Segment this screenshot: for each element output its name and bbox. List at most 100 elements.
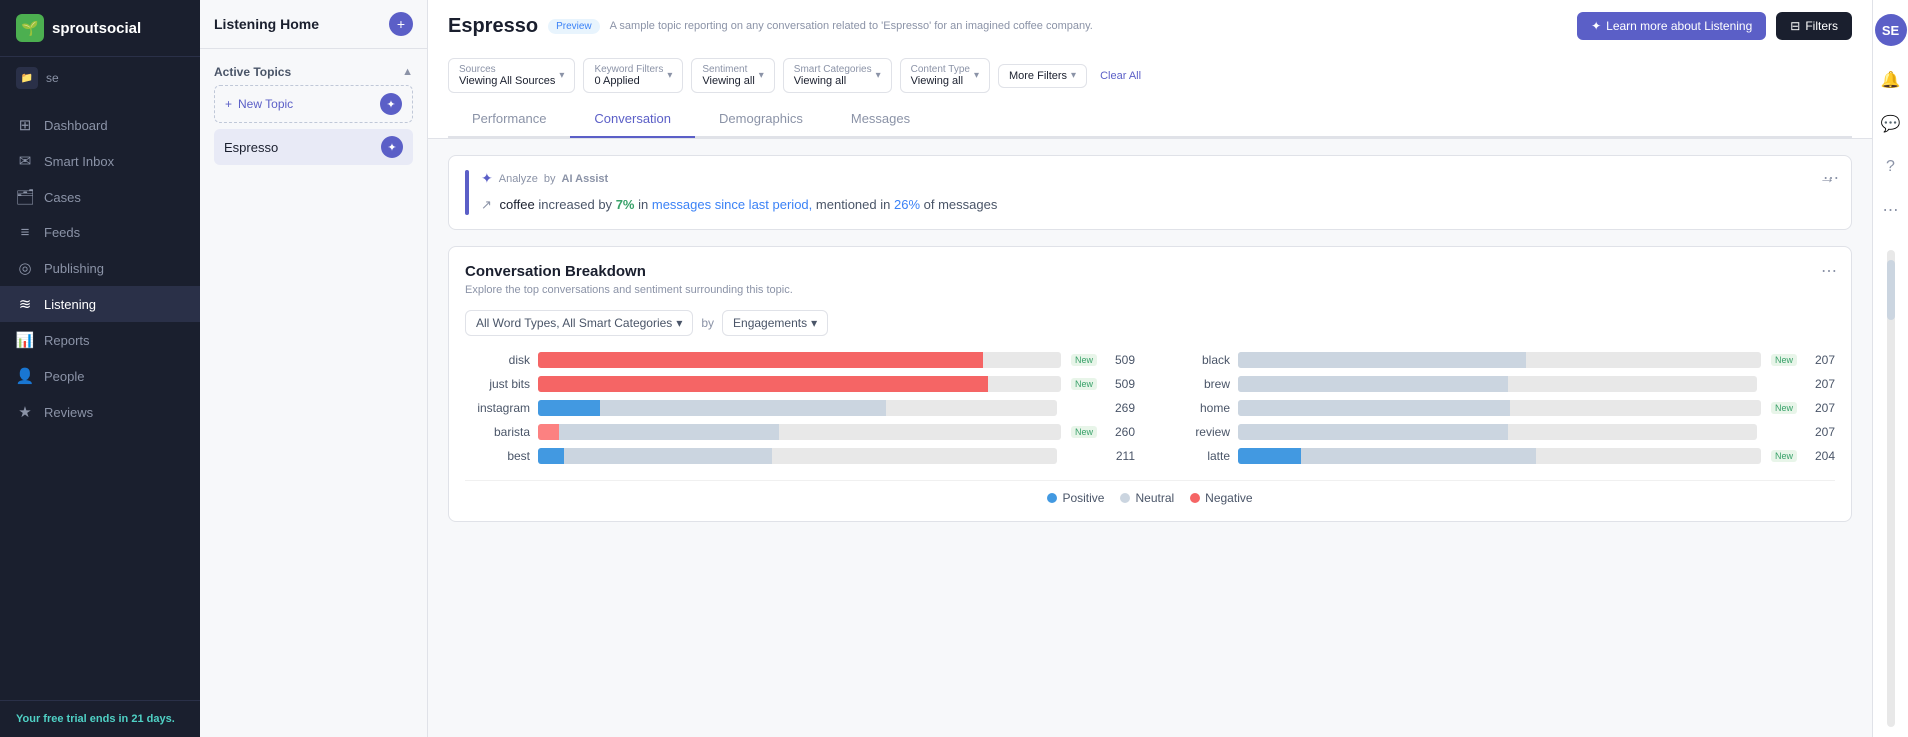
bar-label-black: black	[1165, 353, 1230, 367]
keyword-chevron-icon: ▾	[667, 70, 672, 81]
help-icon[interactable]: ?	[1882, 154, 1899, 180]
sentiment-filter[interactable]: Sentiment Viewing all ▾	[691, 58, 774, 93]
smart-chevron-icon: ▾	[876, 70, 881, 81]
bar-count: 509	[1105, 377, 1135, 391]
plus-icon: +	[225, 97, 232, 111]
more-filters-label: More Filters	[1009, 70, 1067, 82]
bar-count: 207	[1805, 353, 1835, 367]
title-section: Espresso Preview A sample topic reportin…	[448, 15, 1093, 38]
clear-all-link[interactable]: Clear All	[1095, 65, 1146, 87]
ai-card-more-icon[interactable]: ⋯	[1823, 168, 1839, 188]
new-topic-button[interactable]: + New Topic ✦	[214, 85, 413, 123]
bar-track-best	[538, 448, 1057, 464]
tab-messages[interactable]: Messages	[827, 101, 934, 138]
org-label: se	[46, 71, 59, 85]
scrollbar-thumb[interactable]	[1887, 260, 1895, 320]
new-badge: New	[1071, 354, 1097, 366]
breakdown-more-icon[interactable]: ⋯	[1821, 261, 1837, 281]
sort-label: Engagements	[733, 316, 807, 330]
sources-filter[interactable]: Sources Viewing All Sources ▾	[448, 58, 575, 93]
table-row: home New 207	[1165, 400, 1835, 416]
nav-item-reviews[interactable]: ★ Reviews	[0, 394, 200, 430]
word-types-select[interactable]: All Word Types, All Smart Categories ▾	[465, 310, 693, 336]
learn-more-button[interactable]: ✦ Learn more about Listening	[1577, 12, 1766, 40]
table-row: review 207	[1165, 424, 1835, 440]
tab-conversation[interactable]: Conversation	[570, 101, 695, 138]
listening-home-label[interactable]: Listening Home	[214, 16, 319, 32]
filters-button[interactable]: ⊟ Filters	[1776, 12, 1852, 40]
more-options-icon[interactable]: ⋯	[1879, 196, 1903, 224]
negative-dot	[1190, 493, 1200, 503]
left-navigation: 🌱 sproutsocial 📁 se ⊞ Dashboard ✉ Smart …	[0, 0, 200, 737]
mentioned-text: mentioned in	[816, 197, 890, 212]
nav-item-cases[interactable]: 🗂 Cases	[0, 179, 200, 215]
keyword-filter[interactable]: Keyword Filters 0 Applied ▾	[583, 58, 683, 93]
nav-item-publishing[interactable]: ◎ Publishing	[0, 250, 200, 286]
trial-notice: Your free trial ends in 21 days.	[0, 700, 200, 737]
nav-item-dashboard[interactable]: ⊞ Dashboard	[0, 107, 200, 143]
sidebar-panel: Listening Home + Active Topics ▲ + New T…	[200, 0, 428, 737]
table-row: black New 207	[1165, 352, 1835, 368]
tab-performance[interactable]: Performance	[448, 101, 570, 138]
add-listening-button[interactable]: +	[389, 12, 413, 36]
scrollbar-track[interactable]	[1887, 250, 1895, 727]
logo: 🌱 sproutsocial	[0, 0, 200, 57]
legend-neutral: Neutral	[1120, 491, 1174, 505]
content-chevron-icon: ▾	[974, 70, 979, 81]
nav-item-label: Smart Inbox	[44, 154, 114, 169]
sparkle-icon: ✦	[1591, 19, 1601, 33]
nav-item-label: Listening	[44, 297, 96, 312]
bar-label-home: home	[1165, 401, 1230, 415]
content-value: Viewing all	[911, 75, 963, 87]
nav-item-feeds[interactable]: ≡ Feeds	[0, 215, 200, 250]
smart-categories-filter[interactable]: Smart Categories Viewing all ▾	[783, 58, 892, 93]
new-topic-label: New Topic	[238, 97, 293, 111]
cases-icon: 🗂	[16, 188, 34, 206]
sources-value: Viewing All Sources	[459, 75, 555, 87]
bar-label-barista: barista	[465, 425, 530, 439]
nav-item-label: Publishing	[44, 261, 104, 276]
more-filters[interactable]: More Filters ▾	[998, 64, 1087, 88]
user-avatar[interactable]: SE	[1875, 14, 1907, 46]
nav-item-label: Dashboard	[44, 118, 108, 133]
active-topics-label: Active Topics	[214, 65, 291, 79]
positive-label: Positive	[1062, 491, 1104, 505]
sort-by-select[interactable]: Engagements ▾	[722, 310, 828, 336]
bar-track-latte	[1238, 448, 1761, 464]
section-collapse-toggle[interactable]: ▲	[402, 66, 413, 78]
ai-insight-text: ↗ coffee increased by 7% in messages sin…	[481, 195, 1807, 215]
header-actions: ✦ Learn more about Listening ⊟ Filters	[1577, 12, 1852, 40]
main-content-area: Espresso Preview A sample topic reportin…	[428, 0, 1872, 737]
trial-text: Your free trial ends in	[16, 713, 128, 725]
chat-icon[interactable]: 💬	[1877, 110, 1905, 138]
ai-header: ✦ Analyze by AI Assist	[481, 170, 1807, 187]
ai-card-body: ✦ Analyze by AI Assist ↗ coffee increase…	[481, 170, 1807, 215]
nav-item-people[interactable]: 👤 People	[0, 358, 200, 394]
scrollbar-area	[1887, 240, 1895, 727]
nav-item-smart-inbox[interactable]: ✉ Smart Inbox	[0, 143, 200, 179]
sentiment-chevron-icon: ▾	[759, 70, 764, 81]
by-label: by	[544, 173, 556, 185]
smart-value: Viewing all	[794, 75, 846, 87]
bar-count: 211	[1105, 449, 1135, 463]
preview-badge: Preview	[548, 19, 600, 34]
tab-demographics[interactable]: Demographics	[695, 101, 827, 138]
espresso-topic-item[interactable]: Espresso ✦	[214, 129, 413, 165]
bar-count: 204	[1805, 449, 1835, 463]
new-badge: New	[1771, 402, 1797, 414]
sidebar-header: Listening Home +	[200, 0, 427, 49]
nav-item-reports[interactable]: 📊 Reports	[0, 322, 200, 358]
notification-bell-icon[interactable]: 🔔	[1877, 66, 1905, 94]
keyword-label: Keyword Filters	[594, 64, 663, 75]
table-row: disk New 509	[465, 352, 1135, 368]
content-type-filter[interactable]: Content Type Viewing all ▾	[900, 58, 990, 93]
nav-item-listening[interactable]: ≋ Listening	[0, 286, 200, 322]
new-badge: New	[1071, 378, 1097, 390]
bar-track-brew	[1238, 376, 1757, 392]
org-selector[interactable]: 📁 se	[0, 57, 200, 99]
bar-label-instagram: instagram	[465, 401, 530, 415]
learn-more-label: Learn more about Listening	[1606, 19, 1752, 33]
nav-item-label: Cases	[44, 190, 81, 205]
topic-badge: ✦	[381, 136, 403, 158]
sprout-logo-icon: 🌱	[16, 14, 44, 42]
